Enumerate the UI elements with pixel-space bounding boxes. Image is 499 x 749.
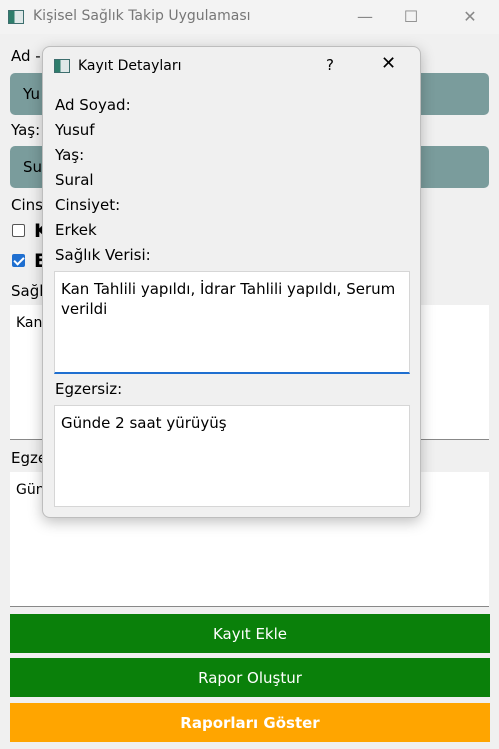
dialog-gender-label: Cinsiyet: [55, 196, 121, 214]
record-details-dialog: Kayıt Detayları ? ✕ Ad Soyad: Yusuf Yaş:… [42, 46, 421, 518]
dialog-exercise-value: Günde 2 saat yürüyüş [61, 414, 227, 432]
show-reports-button[interactable]: Raporları Göster [10, 703, 490, 742]
create-report-button[interactable]: Rapor Oluştur [10, 658, 490, 697]
dialog-app-icon [54, 59, 70, 73]
dialog-gender-value: Erkek [55, 221, 97, 239]
health-textarea-value: Kan [16, 315, 43, 331]
app-icon [8, 10, 24, 24]
female-checkbox[interactable] [12, 224, 25, 237]
dialog-name-value: Yusuf [55, 121, 95, 139]
name-label: Ad - [11, 47, 41, 65]
close-icon: ✕ [381, 53, 397, 74]
window-title: Kişisel Sağlık Takip Uygulaması [33, 8, 251, 24]
maximize-icon: ☐ [403, 6, 419, 26]
name-input-value: Yu [23, 85, 40, 103]
age-label: Yaş: [11, 121, 41, 139]
dialog-health-label: Sağlık Verisi: [55, 246, 151, 264]
minimize-button[interactable]: — [342, 0, 388, 32]
dialog-age-value: Sural [55, 171, 94, 189]
close-button[interactable]: ✕ [447, 0, 493, 32]
exercise-textarea-value: Gün [16, 482, 45, 498]
male-checkbox[interactable] [12, 254, 25, 267]
dialog-title: Kayıt Detayları [78, 58, 182, 74]
dialog-name-label: Ad Soyad: [55, 96, 131, 114]
dialog-exercise-textbox[interactable]: Günde 2 saat yürüyüş [54, 405, 410, 507]
dialog-health-value: Kan Tahlili yapıldı, İdrar Tahlili yapıl… [61, 280, 396, 318]
dialog-exercise-label: Egzersiz: [55, 380, 123, 398]
minimize-icon: — [357, 6, 373, 26]
dialog-close-button[interactable]: ✕ [381, 53, 396, 74]
dialog-age-label: Yaş: [55, 146, 85, 164]
dialog-health-textbox[interactable]: Kan Tahlili yapıldı, İdrar Tahlili yapıl… [54, 271, 410, 374]
add-record-button[interactable]: Kayıt Ekle [10, 614, 490, 653]
close-icon: ✕ [463, 6, 477, 26]
maximize-button[interactable]: ☐ [388, 0, 434, 32]
title-bar: Kişisel Sağlık Takip Uygulaması — ☐ ✕ [0, 0, 499, 34]
age-input-value: Su [23, 158, 43, 176]
help-button[interactable]: ? [326, 56, 334, 74]
